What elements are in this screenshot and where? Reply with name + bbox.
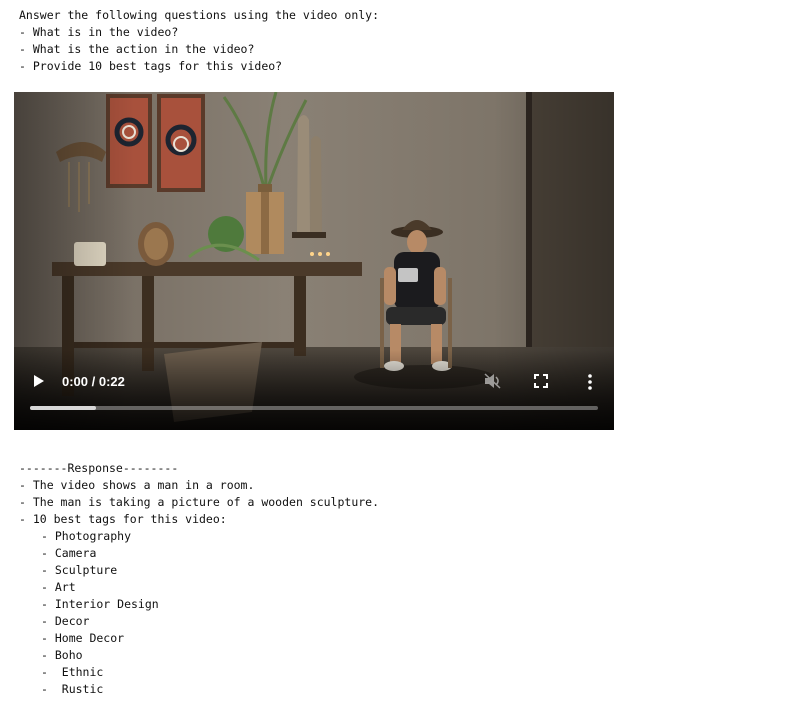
progress-bar[interactable] (30, 406, 598, 410)
fullscreen-icon (534, 374, 548, 388)
tag-item: - Home Decor (41, 631, 125, 645)
response-line: - The video shows a man in a room. (19, 478, 255, 492)
response-line: - The man is taking a picture of a woode… (19, 495, 380, 509)
response-text: -------Response-------- - The video show… (19, 460, 379, 698)
volume-muted-icon (484, 373, 501, 389)
mute-button[interactable] (484, 373, 502, 389)
prompt-line: - What is the action in the video? (19, 42, 255, 56)
tag-item: - Interior Design (41, 597, 159, 611)
more-vertical-icon (588, 374, 592, 390)
tag-item: - Photography (41, 529, 132, 543)
response-header: -------Response-------- (19, 461, 179, 475)
tag-item: - Rustic (41, 682, 104, 696)
play-button[interactable] (32, 374, 46, 388)
video-controls-overlay (14, 350, 614, 430)
tag-item: - Ethnic (41, 665, 104, 679)
prompt-line: - Provide 10 best tags for this video? (19, 59, 283, 73)
tag-item: - Sculpture (41, 563, 118, 577)
tag-item: - Decor (41, 614, 90, 628)
more-options-button[interactable] (584, 373, 596, 391)
progress-buffered (30, 406, 96, 410)
fullscreen-button[interactable] (534, 374, 548, 388)
tag-item: - Boho (41, 648, 83, 662)
prompt-text: Answer the following questions using the… (19, 7, 379, 75)
time-display: 0:00 / 0:22 (62, 374, 125, 389)
prompt-line: Answer the following questions using the… (19, 8, 380, 22)
tag-item: - Art (41, 580, 76, 594)
play-icon (34, 375, 44, 387)
prompt-line: - What is in the video? (19, 25, 179, 39)
tag-item: - Camera (41, 546, 97, 560)
video-player[interactable]: 0:00 / 0:22 (14, 92, 614, 430)
response-line: - 10 best tags for this video: (19, 512, 227, 526)
